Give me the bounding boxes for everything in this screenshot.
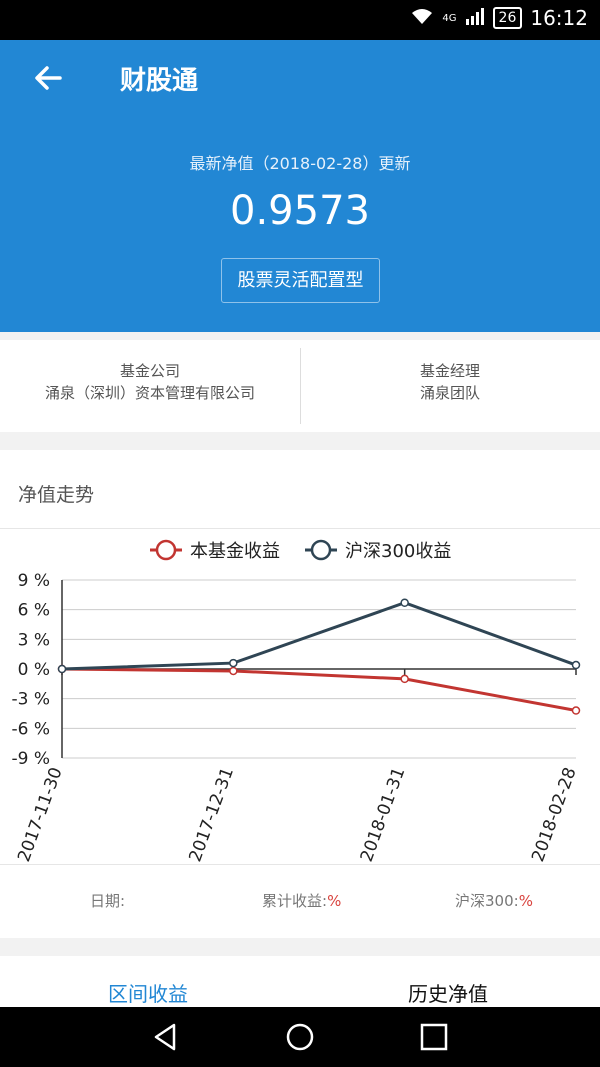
- cumulative-return-unit: %: [327, 892, 342, 910]
- divider: [0, 528, 600, 529]
- back-arrow-icon[interactable]: [30, 60, 66, 96]
- data-point: [400, 598, 409, 607]
- nav-recents-icon[interactable]: [418, 1021, 450, 1053]
- fund-manager: 基金经理 涌泉团队: [300, 360, 600, 404]
- section-title: 净值走势: [18, 484, 95, 506]
- battery-icon: 26: [492, 7, 523, 29]
- fund-manager-value: 涌泉团队: [419, 384, 480, 402]
- legend-marker: [310, 539, 332, 561]
- fund-company: 基金公司 涌泉（深圳）资本管理有限公司: [0, 360, 300, 404]
- data-point: [571, 706, 581, 715]
- hs300-label: 沪深300:: [455, 892, 519, 910]
- y-tick-label: 0 %: [18, 660, 50, 680]
- fund-summary: 最新净值（2018-02-28）更新 0.9573 股票灵活配置型: [0, 116, 600, 332]
- hs300-unit: %: [518, 892, 533, 910]
- tab-bar: 区间收益 历史净值: [0, 956, 600, 1008]
- x-tick-label: 2017-11-30: [14, 765, 67, 864]
- y-tick-label: -9 %: [11, 749, 50, 769]
- legend-label: 本基金收益: [190, 541, 280, 562]
- y-tick-label: -6 %: [11, 719, 50, 739]
- nav-back-icon[interactable]: [150, 1021, 182, 1053]
- fund-info-panel: 基金公司 涌泉（深圳）资本管理有限公司 基金经理 涌泉团队: [0, 340, 600, 432]
- data-point: [229, 658, 238, 668]
- signal-icon: [465, 6, 485, 30]
- system-nav-bar: [0, 1007, 600, 1067]
- app-bar: 财股通: [0, 40, 600, 116]
- fund-company-value: 涌泉（深圳）资本管理有限公司: [44, 384, 255, 402]
- y-tick-label: -3 %: [11, 690, 50, 710]
- wifi-icon: [410, 6, 434, 30]
- data-point: [229, 666, 238, 676]
- hs300-readout: 沪深300:%: [455, 890, 533, 911]
- date-label: 日期:: [90, 892, 126, 910]
- series-line: [61, 601, 577, 671]
- status-bar: 4G 26 16:12: [0, 0, 600, 40]
- divider: [0, 864, 600, 865]
- data-point: [400, 674, 409, 684]
- page-title: 财股通: [120, 66, 199, 96]
- legend-marker: [155, 539, 177, 561]
- cumulative-return-readout: 累计收益:%: [262, 890, 341, 911]
- clock: 16:12: [530, 6, 588, 30]
- fund-manager-label: 基金经理: [419, 362, 480, 380]
- nav-value: 0.9573: [230, 188, 370, 234]
- x-tick-label: 2018-02-28: [528, 765, 581, 864]
- fund-type-badge[interactable]: 股票灵活配置型: [221, 258, 380, 303]
- legend-label: 沪深300收益: [345, 541, 451, 562]
- tab-interval-return[interactable]: 区间收益: [108, 978, 188, 1007]
- x-tick-label: 2018-01-31: [357, 765, 410, 864]
- cumulative-return-label: 累计收益:: [262, 892, 328, 910]
- x-tick-label: 2017-12-31: [185, 765, 238, 864]
- y-tick-label: 6 %: [18, 601, 50, 621]
- tab-history-nav[interactable]: 历史净值: [408, 978, 488, 1007]
- y-tick-label: 9 %: [18, 571, 50, 591]
- data-point: [57, 664, 67, 674]
- fund-company-label: 基金公司: [119, 362, 180, 380]
- y-tick-label: 3 %: [18, 630, 50, 650]
- network-type: 4G: [442, 12, 457, 24]
- series-line: [61, 667, 577, 713]
- nav-update-label: 最新净值（2018-02-28）更新: [189, 154, 411, 173]
- data-point: [571, 660, 581, 670]
- nav-trend-card: 净值走势 9 % 6 % 3 % 0 % -3 % -6 % -9 % 2017-11-30 2…: [0, 450, 600, 938]
- nav-home-icon[interactable]: [284, 1021, 316, 1053]
- nav-trend-chart[interactable]: 9 % 6 % 3 % 0 % -3 % -6 % -9 %2017-11-30 2017-1…: [0, 530, 600, 864]
